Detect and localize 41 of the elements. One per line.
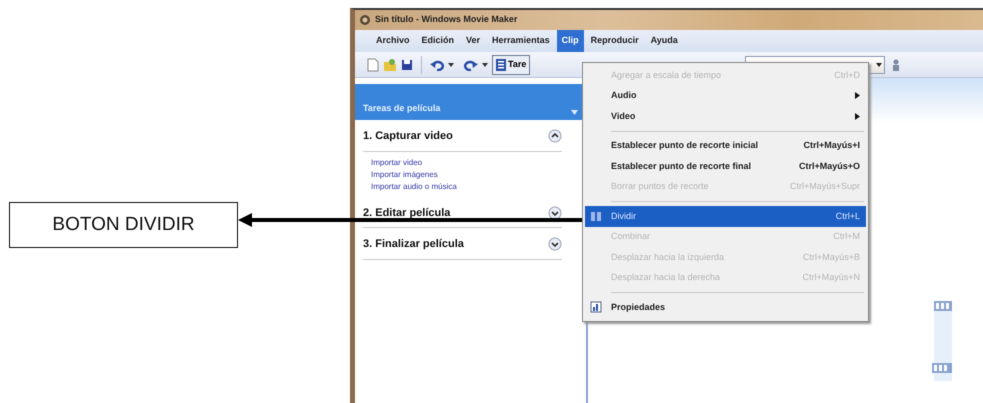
task-link[interactable]: Importar audio o música — [371, 180, 580, 192]
submenu-arrow-icon — [855, 112, 860, 120]
task-pane-title: Tareas de película — [363, 102, 440, 115]
section-title: 1. Capturar video — [363, 129, 453, 144]
film-strip-icon — [932, 301, 952, 381]
undo-icon[interactable] — [430, 58, 444, 70]
dropdown-caret-icon[interactable] — [448, 62, 454, 66]
window-title: Sin título - Windows Movie Maker — [375, 13, 518, 26]
redo-icon[interactable] — [464, 58, 478, 70]
toolbar-icon[interactable] — [891, 59, 901, 71]
menu-item[interactable]: Establecer punto de recorte final Ctrl+Mayús+O — [585, 156, 866, 176]
menu-item[interactable]: Propiedades — [585, 297, 866, 318]
menu-item[interactable]: Herramientas — [487, 30, 555, 52]
expand-icon[interactable] — [548, 237, 562, 252]
menu-item[interactable]: Audio — [585, 86, 866, 106]
menu-item[interactable]: Edición — [416, 30, 460, 52]
tasks-button[interactable]: Tare — [492, 54, 530, 74]
menu-item[interactable]: Establecer punto de recorte inicial Ctrl+Mayús+I — [585, 136, 866, 156]
dropdown-caret-icon — [876, 62, 882, 66]
menu-item[interactable]: Archivo — [371, 30, 415, 52]
callout-label: BOTON DIVIDIR — [9, 202, 238, 248]
menu-item[interactable]: Ayuda — [646, 30, 683, 52]
section-title: 2. Editar película — [363, 206, 450, 220]
task-link[interactable]: Importar imágenes — [371, 168, 580, 180]
split-icon — [590, 210, 602, 222]
menu-item[interactable]: Ver — [461, 30, 486, 52]
menu-item[interactable]: Video — [585, 106, 866, 126]
task-link[interactable]: Importar video — [371, 156, 580, 168]
expand-icon[interactable] — [548, 206, 562, 220]
properties-icon — [590, 301, 602, 313]
submenu-arrow-icon — [855, 92, 860, 100]
save-icon[interactable] — [401, 58, 413, 70]
menu-item[interactable]: Dividir Ctrl+L — [585, 206, 866, 226]
app-icon — [359, 14, 371, 26]
new-file-icon[interactable] — [367, 58, 379, 72]
task-list-icon — [496, 58, 506, 70]
menu-item[interactable]: Clip — [556, 30, 584, 52]
section-title: 3. Finalizar película — [363, 237, 464, 252]
menu-item[interactable]: Reproducir — [586, 30, 644, 52]
dropdown-caret-icon[interactable] — [482, 62, 488, 66]
collapse-icon[interactable] — [548, 129, 562, 144]
